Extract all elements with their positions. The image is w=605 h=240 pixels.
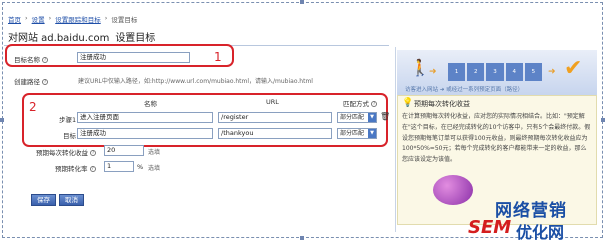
step-page: 2 — [467, 63, 485, 81]
column-header-name: 名称 — [144, 100, 157, 108]
step-label: 步骤1 — [59, 116, 77, 124]
page-title-action: 设置目标 — [115, 33, 156, 44]
checkmark-icon: ✔ — [564, 56, 583, 81]
column-header-match: 匹配方式? — [343, 100, 377, 108]
chevron-down-icon: ▼ — [368, 129, 376, 138]
create-path-label: 创建路径? — [14, 78, 48, 86]
breadcrumb: 首页 › 设置 › 设置跟踪和目标 › 设置目标 — [8, 14, 138, 24]
step-name-input[interactable]: 进入注册页面 — [77, 112, 213, 123]
goal-row-name-input[interactable]: 注册成功 — [77, 128, 213, 139]
page-title: 对网站 ad.baidu.com 设置目标 — [8, 29, 155, 44]
help-icon[interactable]: ? — [42, 57, 48, 63]
breadcrumb-settings[interactable]: 设置 — [32, 14, 45, 24]
help-icon[interactable]: ? — [89, 166, 96, 172]
cancel-button[interactable]: 取消 — [59, 194, 84, 206]
annotation-number-2: 2 — [29, 100, 37, 114]
step-page: 1 — [448, 63, 466, 81]
page-title-site: 对网站 ad.baidu.com — [8, 33, 110, 44]
conversion-rate-label: 预期转化率? — [55, 165, 96, 173]
tip-text: 在计算预期每次转化收益，应对您的实际情况相结合。比如："预定解在"这个目标，在已… — [402, 113, 591, 164]
step-page: 4 — [505, 63, 523, 81]
path-hint-text: 建议URL中仅输入路径，如:http://www.url.com/mubiao.… — [78, 78, 313, 85]
watermark-globe-logo — [433, 175, 473, 205]
goal-row-url-input[interactable]: /thankyou — [218, 128, 332, 139]
goal-row-label: 目标 — [63, 132, 76, 140]
breadcrumb-tracking[interactable]: 设置跟踪和目标 — [55, 14, 101, 24]
watermark-text: 优化网 — [516, 223, 565, 240]
percent-sign: % — [137, 163, 144, 171]
goal-row-match-select[interactable]: 部分匹配 ▼ — [337, 128, 377, 139]
walking-person-icon: 🚶 — [410, 58, 430, 77]
column-header-url: URL — [266, 98, 279, 106]
breadcrumb-home[interactable]: 首页 — [8, 14, 21, 24]
watermark-sem: SEM — [468, 217, 512, 238]
help-icon[interactable]: ? — [42, 79, 48, 85]
save-button[interactable]: 保存 — [31, 194, 56, 206]
resize-handle[interactable] — [300, 0, 304, 4]
step-sequence: 1 2 3 4 5 — [448, 63, 543, 81]
per-conversion-input[interactable]: 20 — [104, 145, 144, 156]
step-url-input[interactable]: /register — [218, 112, 332, 123]
lightbulb-icon: 💡 — [402, 98, 414, 108]
help-icon[interactable]: ? — [371, 101, 377, 107]
per-conversion-label: 预期每次转化收益? — [36, 149, 96, 157]
banner-caption: 访客进入网站 ➜ 或经过一系列预定页面（路径） — [405, 87, 524, 93]
arrow-right-icon: ➜ — [548, 67, 556, 77]
optional-note: 选填 — [148, 165, 161, 172]
step-match-select[interactable]: 部分匹配 ▼ — [337, 112, 377, 123]
resize-handle[interactable] — [0, 118, 4, 122]
trash-icon[interactable]: 🗑 — [380, 112, 390, 121]
chevron-down-icon: ▼ — [368, 113, 376, 122]
goal-name-label: 目标名称? — [14, 56, 48, 64]
conversion-rate-input[interactable]: 1 — [104, 161, 134, 172]
help-icon[interactable]: ? — [90, 150, 96, 156]
optional-note: 选填 — [148, 149, 161, 156]
resize-handle[interactable] — [300, 236, 304, 240]
breadcrumb-current: 设置目标 — [111, 16, 138, 24]
step-page: 3 — [486, 63, 504, 81]
step-page: 5 — [524, 63, 543, 81]
arrow-right-icon: ➜ — [429, 67, 437, 77]
path-diagram-banner: 🚶 ➜ 1 2 3 4 5 ➜ ✔ 访客进入网站 ➜ 或经过一系列预定页面（路径… — [397, 50, 597, 95]
goal-name-input[interactable]: 注册成功 — [77, 52, 190, 63]
resize-handle[interactable] — [601, 118, 605, 122]
annotation-number-1: 1 — [214, 50, 222, 64]
tip-title: 预期每次转化收益 — [414, 100, 470, 108]
